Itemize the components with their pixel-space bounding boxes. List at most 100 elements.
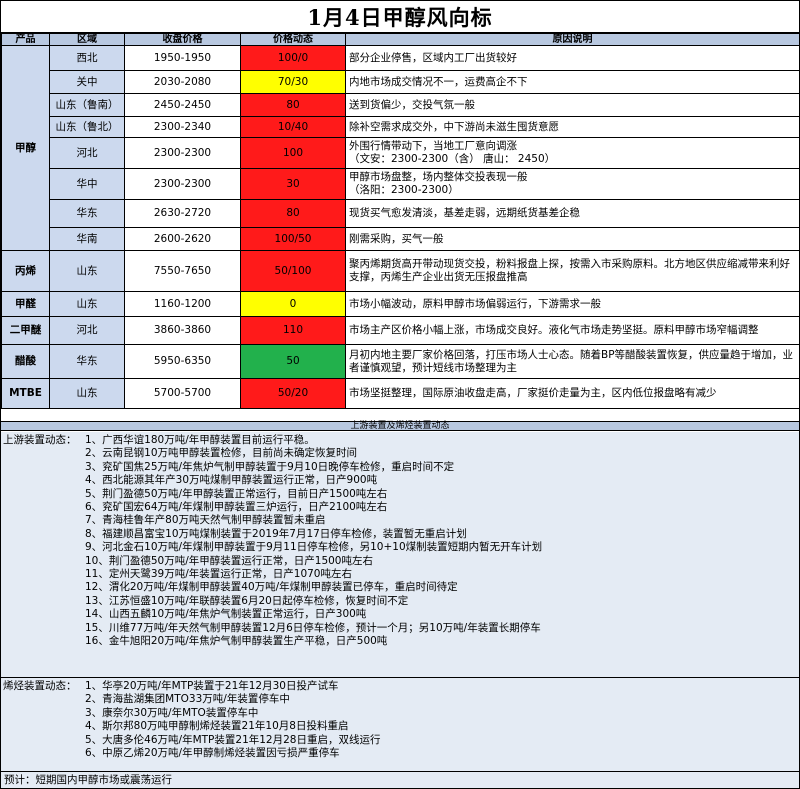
header-price: 收盘价格: [124, 33, 241, 46]
list-item: 6、兖矿国宏64万吨/年煤制甲醇装置三炉运行，日产2100吨左右: [85, 501, 388, 514]
list-item: 5、荆门盈德50万吨/年甲醇装置正常运行，目前日产1500吨左右: [85, 487, 388, 500]
list-item: 4、斯尔邦80万吨甲醇制烯烃装置21年10月8日投料重启: [85, 720, 349, 733]
reason-cell: 甲醇市场盘整，场内整体交投表现一般 （洛阳：2300-2300）: [345, 168, 800, 200]
reason-cell: 送到货偏少，交投气氛一般: [345, 93, 800, 117]
table-row: 华东 2630-2720 80 现货买气愈发清淡，基差走弱，远期纸货基差企稳: [2, 199, 800, 228]
table-row: 山东（鲁南） 2450-2450 80 送到货偏少，交投气氛一般: [2, 93, 800, 117]
product-name: 甲醛: [1, 291, 50, 317]
region-cell: 山东（鲁南）: [49, 93, 125, 117]
product-name: 甲醇: [1, 45, 50, 251]
reason-cell: 现货买气愈发清淡，基差走弱，远期纸货基差企稳: [345, 199, 800, 228]
price-cell: 1160-1200: [124, 291, 241, 317]
reason-cell: 内地市场成交情况不一，运费高企不下: [345, 70, 800, 94]
reason-cell: 部分企业停售，区域内工厂出货较好: [345, 45, 800, 71]
table-row: 甲醛 山东 1160-1200 0 市场小幅波动，原料甲醇市场偏弱运行，下游需求一般: [1, 291, 800, 317]
change-cell: 0: [240, 291, 346, 317]
olefin-list: 1、华亭20万吨/年MTP装置于21年12月30日投产试车 2、青海盐湖集团MTO…: [85, 680, 380, 760]
list-item: 2、青海盐湖集团MTO33万吨/年装置停车中: [85, 693, 290, 706]
list-item: 3、康奈尔30万吨/年MTO装置停车中: [85, 706, 259, 719]
report-sheet: 1月4日甲醇风向标 产品 区域 收盘价格 价格动态 原因说明 甲醇 西北 1950-…: [0, 0, 800, 789]
upstream-block: 上游装置动态： 1、广西华谊180万吨/年甲醇装置目前运行平稳。 2、云南昆钢10…: [1, 432, 799, 677]
change-cell: 80: [240, 93, 346, 117]
list-item: 9、河北金石10万吨/年煤制甲醇装置于9月11日停车检修，另10+10煤制装置短…: [85, 541, 543, 554]
table-row: 华中 2300-2300 30 甲醇市场盘整，场内整体交投表现一般 （洛阳：2300-…: [2, 168, 800, 200]
change-cell: 50: [240, 344, 346, 379]
reason-cell: 市场坚挺整理，国际原油收盘走高，厂家挺价走量为主，区内低位报盘略有减少: [345, 378, 800, 409]
reason-cell: 聚丙烯期货高开带动现货交投，粉料报盘上探，按需入市采购原料。北方地区供应缩减带来…: [345, 250, 800, 292]
list-item: 6、中原乙烯20万吨/年甲醇制烯烃装置因亏损严重停车: [85, 747, 340, 760]
price-cell: 5700-5700: [124, 378, 241, 409]
region-cell: 山东（鲁北）: [49, 116, 125, 138]
price-cell: 5950-6350: [124, 344, 241, 379]
table-row: 河北 2300-2300 100 外围行情带动下，当地工厂意向调涨 （文安：2300-…: [2, 137, 800, 169]
olefin-label: 烯烃装置动态：: [3, 680, 77, 692]
reason-cell: 市场小幅波动，原料甲醇市场偏弱运行，下游需求一般: [345, 291, 800, 317]
reason-cell: 外围行情带动下，当地工厂意向调涨 （文安：2300-2300（含） 唐山： 24…: [345, 137, 800, 169]
upstream-label: 上游装置动态：: [3, 434, 77, 446]
region-cell: 河北: [49, 316, 125, 345]
header-change: 价格动态: [240, 33, 346, 46]
list-item: 10、荆门盈德50万吨/年甲醇装置运行正常，日产1500吨左右: [85, 554, 373, 567]
region-cell: 关中: [49, 70, 125, 94]
product-name: 二甲醚: [1, 316, 50, 345]
header-region: 区域: [49, 33, 125, 46]
table-row: MTBE 山东 5700-5700 50/20 市场坚挺整理，国际原油收盘走高，厂家挺价…: [1, 378, 800, 409]
price-cell: 2630-2720: [124, 199, 241, 228]
list-item: 3、兖矿国焦25万吨/年焦炉气制甲醇装置于9月10日晚停车检修，重启时间不定: [85, 460, 455, 473]
region-cell: 华东: [49, 199, 125, 228]
change-cell: 100/0: [240, 45, 346, 71]
change-cell: 10/40: [240, 116, 346, 138]
region-cell: 华南: [49, 227, 125, 251]
change-cell: 100/50: [240, 227, 346, 251]
region-cell: 华中: [49, 168, 125, 200]
reason-cell: 除补空需求成交外，中下游尚未滋生囤货意愿: [345, 116, 800, 138]
price-cell: 2300-2340: [124, 116, 241, 138]
product-name: 丙烯: [1, 250, 50, 292]
table-row: 关中 2030-2080 70/30 内地市场成交情况不一，运费高企不下: [2, 70, 800, 94]
product-name: MTBE: [1, 378, 50, 409]
region-cell: 山东: [49, 378, 125, 409]
table-row: 华南 2600-2620 100/50 刚需采购，买气一般: [2, 227, 800, 251]
list-item: 2、云南昆钢10万吨甲醇装置检修，目前尚未确定恢复时间: [85, 447, 358, 460]
change-cell: 110: [240, 316, 346, 345]
reason-cell: 市场主产区价格小幅上涨，市场成交良好。液化气市场走势坚挺。原料甲醇市场窄幅调整: [345, 316, 800, 345]
region-cell: 河北: [49, 137, 125, 169]
change-cell: 50/20: [240, 378, 346, 409]
price-cell: 2450-2450: [124, 93, 241, 117]
list-item: 13、江苏恒盛10万吨/年联醇装置6月20日起停车检修，恢复时间不定: [85, 594, 409, 607]
reason-cell: 月初内地主要厂家价格回落，打压市场人士心态。随着BP等醋酸装置恢复，供应量趋于增…: [345, 344, 800, 379]
report-title: 1月4日甲醇风向标: [1, 1, 799, 33]
list-item: 1、广西华谊180万吨/年甲醇装置目前运行平稳。: [85, 434, 315, 446]
price-cell: 3860-3860: [124, 316, 241, 345]
change-cell: 70/30: [240, 70, 346, 94]
list-item: 7、青海桂鲁年产80万吨天然气制甲醇装置暂未重启: [85, 514, 326, 527]
header-product: 产品: [1, 33, 50, 46]
change-cell: 30: [240, 168, 346, 200]
change-cell: 80: [240, 199, 346, 228]
table-row: 山东（鲁北） 2300-2340 10/40 除补空需求成交外，中下游尚未滋生囤货意愿: [2, 116, 800, 138]
price-cell: 1950-1950: [124, 45, 241, 71]
list-item: 4、西北能源其年产30万吨煤制甲醇装置运行正常，日产900吨: [85, 474, 378, 487]
section-title: 上游装置及烯烃装置动态: [1, 421, 799, 431]
table-body: 甲醇 西北 1950-1950 100/0 部分企业停售，区域内工厂出货较好 关中 2030…: [1, 45, 800, 409]
list-item: 5、大唐多伦46万吨/年MTP装置21年12月28日重启，双线运行: [85, 733, 381, 746]
price-cell: 2300-2300: [124, 137, 241, 169]
change-cell: 50/100: [240, 250, 346, 292]
list-item: 16、金牛旭阳20万吨/年焦炉气制甲醇装置生产平稳，日产500吨: [85, 635, 388, 648]
table-row: 醋酸 华东 5950-6350 50 月初内地主要厂家价格回落，打压市场人士心态。随着B…: [1, 344, 800, 379]
table-row: 丙烯 山东 7550-7650 50/100 聚丙烯期货高开带动现货交投，粉料报盘上探，…: [1, 250, 800, 292]
header-reason: 原因说明: [345, 33, 800, 46]
change-cell: 100: [240, 137, 346, 169]
olefin-block: 烯烃装置动态： 1、华亭20万吨/年MTP装置于21年12月30日投产试车 2、青…: [1, 677, 799, 771]
price-cell: 2600-2620: [124, 227, 241, 251]
table-header-row: 产品 区域 收盘价格 价格动态 原因说明: [1, 33, 800, 46]
list-item: 8、福建顺昌富宝10万吨煤制装置于2019年7月17日停车检修，装置暂无重启计划: [85, 527, 467, 540]
reason-cell: 刚需采购，买气一般: [345, 227, 800, 251]
region-cell: 华东: [49, 344, 125, 379]
product-name: 醋酸: [1, 344, 50, 379]
list-item: 11、定州天鹭39万吨/年装置运行正常，日产1070吨左右: [85, 568, 352, 581]
list-item: 15、川维77万吨/年天然气制甲醇装置12月6日停车检修，预计一个月；另10万吨…: [85, 621, 541, 634]
upstream-list: 1、广西华谊180万吨/年甲醇装置目前运行平稳。 2、云南昆钢10万吨甲醇装置检修…: [85, 434, 542, 649]
list-item: 1、华亭20万吨/年MTP装置于21年12月30日投产试车: [85, 680, 339, 692]
forecast-text: 预计：短期国内甲醇市场或震荡运行: [1, 771, 799, 788]
